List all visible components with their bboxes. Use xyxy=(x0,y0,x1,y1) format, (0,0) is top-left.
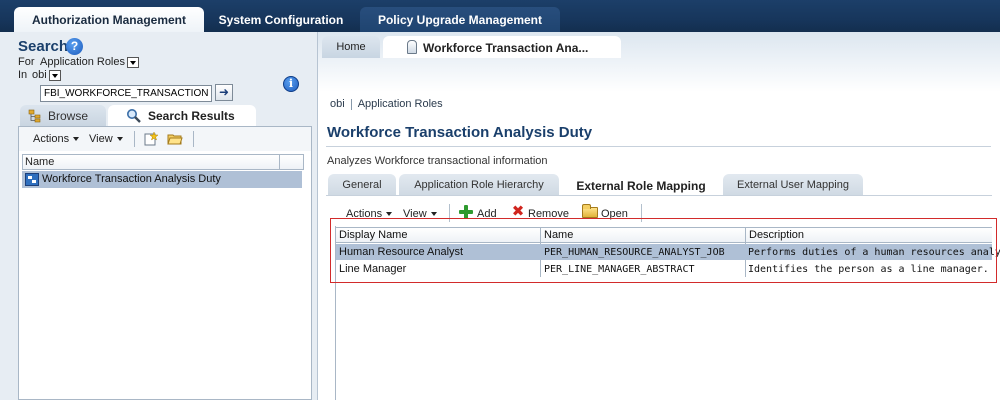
tab-search-results-label: Search Results xyxy=(148,109,235,123)
actions-menu[interactable]: Actions xyxy=(33,133,80,145)
tab-authorization-management[interactable]: Authorization Management xyxy=(14,7,204,32)
search-input[interactable] xyxy=(40,85,212,102)
result-name: Workforce Transaction Analysis Duty xyxy=(42,173,221,185)
title-divider xyxy=(326,146,991,147)
tab-browse[interactable]: Browse xyxy=(20,105,106,127)
hierarchy-icon xyxy=(28,109,41,123)
toolbar-divider xyxy=(134,131,135,147)
list-item[interactable]: Workforce Transaction Analysis Duty xyxy=(22,171,302,188)
tab-browse-label: Browse xyxy=(48,109,89,123)
search-results-box: Actions View Name Workforce Transaction … xyxy=(18,126,312,400)
chevron-down-icon xyxy=(386,212,393,217)
search-panel-title: Search xyxy=(18,38,69,55)
tab-external-role-mapping[interactable]: External Role Mapping xyxy=(562,174,720,196)
for-label: For xyxy=(18,56,35,68)
top-navigation-bar: Authorization Management System Configur… xyxy=(0,0,1000,32)
tab-search-results[interactable]: Search Results xyxy=(108,105,256,127)
application-role-doc-icon xyxy=(407,40,417,54)
remove-icon[interactable]: ✖ xyxy=(511,204,525,219)
for-select-value: Application Roles xyxy=(40,56,125,68)
actions-menu-label: Actions xyxy=(33,133,70,145)
breadcrumb-separator xyxy=(350,98,352,110)
chevron-down-icon xyxy=(430,212,437,217)
chevron-down-icon xyxy=(48,69,61,81)
tab-workforce-transaction[interactable]: Workforce Transaction Ana... xyxy=(383,36,621,58)
tab-external-user-mapping[interactable]: External User Mapping xyxy=(723,174,863,196)
tab-home[interactable]: Home xyxy=(322,36,380,58)
search-icon xyxy=(127,109,141,123)
breadcrumb-item-application-roles[interactable]: Application Roles xyxy=(358,98,443,110)
tab-general[interactable]: General xyxy=(328,174,396,196)
new-icon[interactable] xyxy=(143,132,159,146)
application-role-icon xyxy=(25,173,39,186)
add-icon[interactable] xyxy=(459,205,473,219)
results-toolbar: Actions View xyxy=(19,127,311,151)
toolbar-divider xyxy=(193,131,194,147)
view-menu[interactable]: View xyxy=(89,133,123,145)
tabs-baseline xyxy=(326,195,992,196)
for-select[interactable]: Application Roles xyxy=(40,56,139,68)
in-select[interactable]: obi xyxy=(32,69,61,81)
in-label: In xyxy=(18,69,28,81)
open-folder-icon[interactable] xyxy=(167,132,183,146)
page-description: Analyzes Workforce transactional informa… xyxy=(327,155,548,167)
info-icon[interactable]: i xyxy=(283,76,299,92)
chevron-down-icon xyxy=(127,56,139,68)
view-menu-label: View xyxy=(89,133,113,145)
tab-application-role-hierarchy[interactable]: Application Role Hierarchy xyxy=(399,174,559,196)
search-go-button[interactable]: ➜ xyxy=(215,84,233,101)
chevron-down-icon xyxy=(116,137,123,142)
tab-system-configuration[interactable]: System Configuration xyxy=(206,7,356,32)
open-folder-icon[interactable] xyxy=(582,204,598,218)
results-column-name: Name xyxy=(25,156,55,168)
tab-policy-upgrade-management[interactable]: Policy Upgrade Management xyxy=(360,7,560,32)
breadcrumb-item-obi[interactable]: obi xyxy=(330,98,345,110)
in-select-value: obi xyxy=(32,69,47,81)
results-column-header[interactable]: Name xyxy=(22,154,304,170)
breadcrumb: obi Application Roles xyxy=(330,98,443,110)
chevron-down-icon xyxy=(73,137,80,142)
column-header-spacer xyxy=(279,155,303,169)
highlight-annotation-box xyxy=(330,218,997,283)
page-title: Workforce Transaction Analysis Duty xyxy=(327,124,593,141)
help-icon[interactable]: ? xyxy=(66,38,83,55)
search-panel: Search ? For Application Roles In obi ➜ … xyxy=(0,32,318,400)
